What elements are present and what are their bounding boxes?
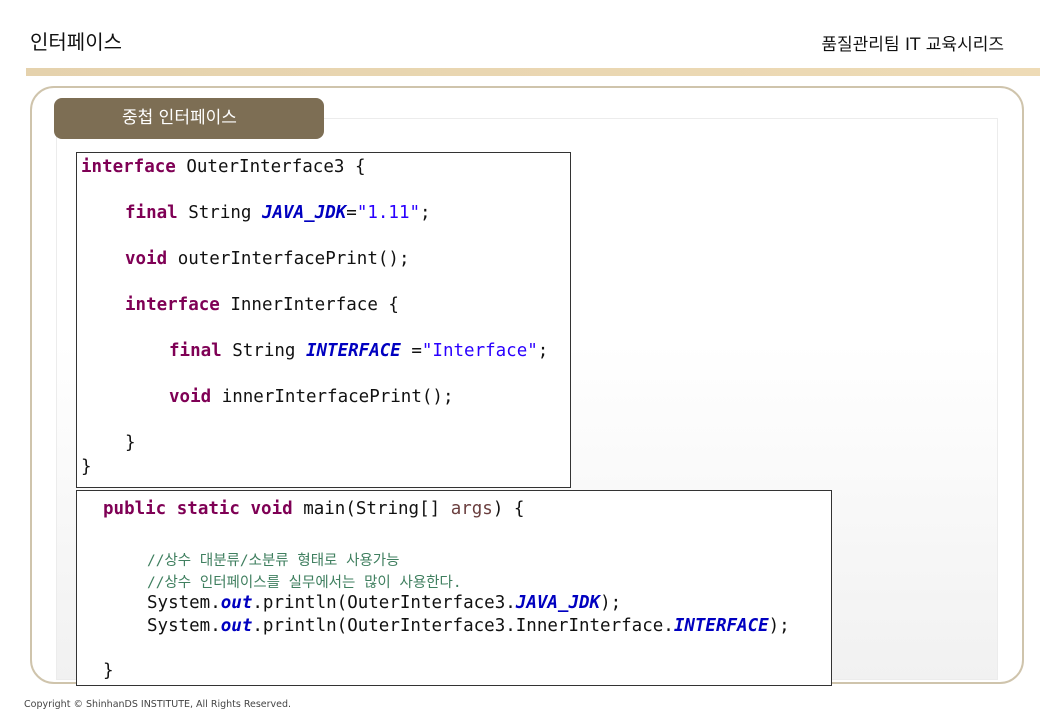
code-line: } (103, 661, 114, 681)
code-line: } (125, 433, 136, 453)
code-line: public static void main(String[] args) { (103, 499, 525, 519)
code-line: final String INTERFACE ="Interface"; (169, 341, 549, 361)
code-line: System.out.println(OuterInterface3.Inner… (147, 616, 790, 636)
series-title: 품질관리팀 IT 교육시리즈 (821, 35, 1004, 55)
code-line: System.out.println(OuterInterface3.JAVA_… (147, 593, 622, 613)
header-divider (26, 68, 1040, 76)
code-line: interface InnerInterface { (125, 295, 399, 315)
code-comment: //상수 인터페이스를 실무에서는 많이 사용한다. (147, 575, 462, 591)
code-line: final String JAVA_JDK="1.11"; (125, 203, 431, 223)
main-code-block: public static void main(String[] args) {… (76, 490, 832, 686)
copyright-text: Copyright © ShinhanDS INSTITUTE, All Rig… (24, 699, 292, 710)
code-line: void outerInterfacePrint(); (125, 249, 410, 269)
code-line: void innerInterfacePrint(); (169, 387, 454, 407)
interface-code-block: interface OuterInterface3 { final String… (76, 152, 571, 488)
page-title: 인터페이스 (30, 30, 122, 54)
code-line: interface OuterInterface3 { (81, 157, 366, 177)
code-line: } (81, 457, 92, 477)
code-comment: //상수 대분류/소분류 형태로 사용가능 (147, 553, 400, 569)
section-tab: 중첩 인터페이스 (54, 98, 324, 139)
